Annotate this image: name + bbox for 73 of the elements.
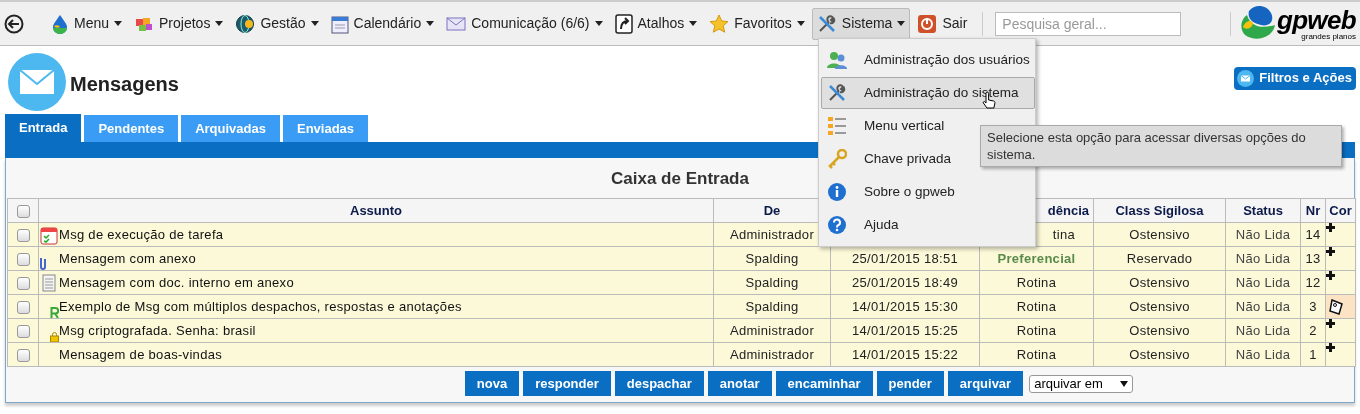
number-cell: 13 — [1305, 250, 1321, 266]
page-title: Mensagens — [70, 72, 179, 97]
sender-cell: Spalding — [745, 274, 799, 290]
dropdown-menu-item[interactable]: Menu vertical — [821, 110, 954, 142]
nav-menu-item[interactable]: Gestão — [230, 7, 324, 40]
dropdown-menu-item[interactable]: Administração do sistema — [821, 77, 1035, 109]
status-cell: Não Lida — [1235, 274, 1291, 290]
dropdown-menu-item[interactable]: Chave privada — [821, 143, 961, 175]
date-cell: 25/01/2015 18:49 — [852, 274, 958, 290]
logo-wordmark: gpweb — [1276, 6, 1356, 33]
precedence-cell: Rotina — [1016, 346, 1057, 362]
nav-menu-item[interactable]: Sistema — [811, 7, 911, 40]
action-button[interactable]: arquivar — [947, 371, 1024, 396]
classification-cell: Ostensivo — [1129, 274, 1190, 290]
nav-menu-item[interactable]: Projetos — [129, 7, 229, 40]
status-cell: Não Lida — [1235, 298, 1291, 314]
date-cell: 14/01/2015 15:30 — [852, 298, 958, 314]
sender-cell: Administrador — [729, 346, 815, 362]
action-button[interactable]: anotar — [707, 371, 772, 396]
column-header: Class Sigilosa — [1115, 202, 1204, 218]
tab[interactable]: Entrada — [5, 114, 82, 142]
status-cell: Não Lida — [1235, 226, 1291, 242]
table-title: Caixa de Entrada — [611, 168, 749, 191]
tooltip: Selecione esta opção para acessar diversas opções do sistema. — [980, 125, 1342, 167]
nav-menu-item[interactable]: Calendário — [325, 7, 440, 40]
date-cell: 25/01/2015 18:51 — [852, 250, 958, 266]
precedence-cell: tina — [1052, 226, 1075, 242]
precedence-cell: Rotina — [1016, 274, 1057, 290]
nav-menu-item[interactable]: Comunicação (6/6) — [441, 7, 608, 40]
column-header: De — [763, 202, 781, 218]
sender-cell: Administrador — [729, 322, 815, 338]
logo-tagline: grandes planos — [1301, 32, 1356, 41]
filters-actions-button[interactable]: Filtros e Ações — [1234, 66, 1356, 90]
nav-menu-item[interactable]: Menu — [46, 7, 128, 40]
classification-cell: Ostensivo — [1129, 298, 1190, 314]
number-cell: 1 — [1309, 346, 1317, 362]
precedence-cell: Rotina — [1016, 298, 1057, 314]
column-header: Nr — [1305, 202, 1321, 218]
classification-cell: Reservado — [1126, 250, 1193, 266]
number-cell: 12 — [1305, 274, 1321, 290]
action-button[interactable]: nova — [464, 371, 520, 396]
column-header: Assunto — [350, 202, 402, 218]
action-button[interactable]: despachar — [614, 371, 704, 396]
column-header: dência — [1047, 202, 1089, 218]
sender-cell: Spalding — [745, 298, 799, 314]
sender-cell: Administrador — [729, 226, 815, 242]
date-cell: 14/01/2015 15:25 — [852, 322, 958, 338]
status-cell: Não Lida — [1235, 346, 1291, 362]
dropdown-menu-item[interactable]: Ajuda — [821, 209, 908, 241]
classification-cell: Ostensivo — [1129, 346, 1190, 362]
number-cell: 2 — [1309, 322, 1317, 338]
status-cell: Não Lida — [1235, 250, 1291, 266]
number-cell: 14 — [1305, 226, 1321, 242]
classification-cell: Ostensivo — [1129, 226, 1190, 242]
number-cell: 3 — [1309, 298, 1317, 314]
date-cell: 14/01/2015 15:22 — [852, 346, 958, 362]
nav-menu-item[interactable]: Atalhos — [609, 7, 703, 40]
classification-cell: Ostensivo — [1129, 322, 1190, 338]
dropdown-menu-item[interactable]: Sobre o gpweb — [821, 176, 964, 208]
sender-cell: Spalding — [745, 250, 799, 266]
archive-select[interactable]: arquivar em — [1029, 374, 1134, 393]
action-button[interactable]: pender — [876, 371, 944, 396]
search-field[interactable]: Pesquisa geral... — [995, 11, 1182, 36]
column-header: Status — [1243, 202, 1283, 218]
action-button[interactable]: encaminhar — [775, 371, 873, 396]
action-button[interactable]: responder — [523, 371, 611, 396]
precedence-cell: Rotina — [1016, 322, 1057, 338]
dropdown-menu-item[interactable]: Administração dos usuários — [821, 44, 1039, 76]
nav-menu-item[interactable]: Favoritos — [704, 7, 810, 40]
status-cell: Não Lida — [1235, 322, 1291, 338]
message-subject[interactable]: Mensagem com anexo — [59, 248, 196, 269]
column-header: Cor — [1329, 202, 1352, 218]
precedence-cell: Preferencial — [997, 250, 1076, 266]
